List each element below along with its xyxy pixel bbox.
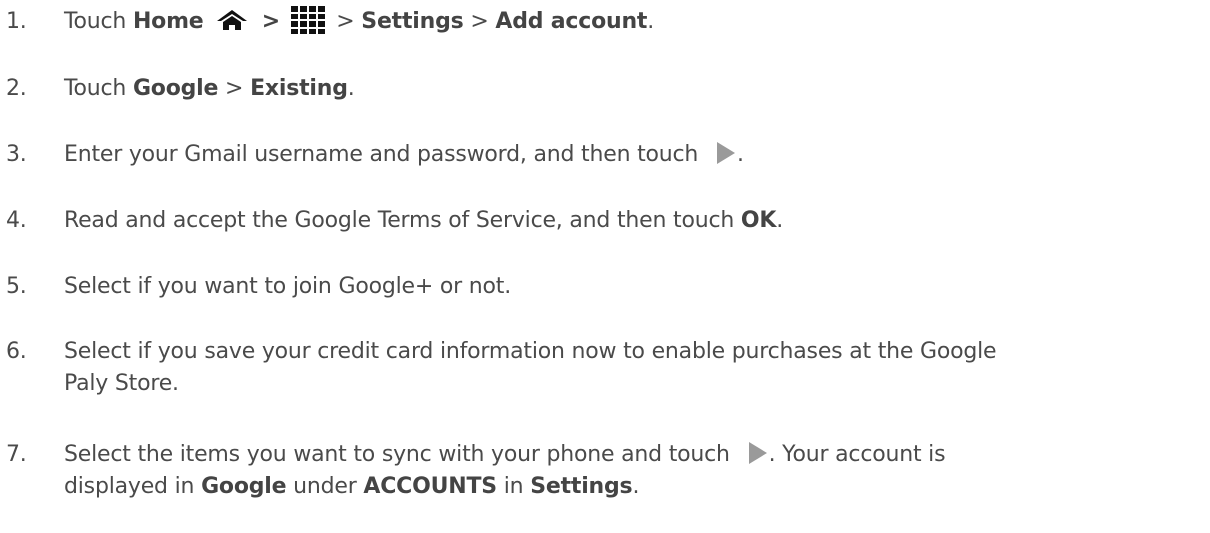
google-label: Google <box>201 474 287 499</box>
add-account-label: Add account <box>495 9 648 34</box>
google-label: Google <box>132 76 219 101</box>
separator: > <box>254 9 288 34</box>
step-number: 1. <box>6 9 27 34</box>
next-arrow-icon <box>748 442 767 464</box>
step-text-line-2: Paly Store. <box>64 371 179 396</box>
step-text: Read and accept the Google Terms of Serv… <box>64 208 741 233</box>
home-icon <box>217 10 248 30</box>
step-text-line-1: Select if you save your credit card info… <box>64 339 997 364</box>
apps-grid-icon <box>291 6 326 34</box>
step-text: Touch <box>64 9 133 34</box>
step-number: 6. <box>6 339 27 364</box>
step-number: 3. <box>6 142 27 167</box>
step-text: Touch <box>64 76 133 101</box>
step-number: 2. <box>6 76 27 101</box>
step-text: Select the items you want to sync with y… <box>64 442 730 467</box>
step-number: 7. <box>6 442 27 467</box>
separator: > <box>218 76 251 101</box>
home-label: Home <box>132 9 204 34</box>
settings-label: Settings <box>530 474 633 499</box>
ok-label: OK <box>740 208 777 233</box>
step-text: Enter your Gmail username and password, … <box>64 142 699 167</box>
step-text: Select if you want to join Google+ or no… <box>64 274 511 299</box>
accounts-label: ACCOUNTS <box>363 474 497 499</box>
next-arrow-icon <box>716 142 735 164</box>
step-number: 4. <box>6 208 27 233</box>
separator: > <box>463 9 496 34</box>
settings-label: Settings <box>361 9 464 34</box>
step-text: displayed in <box>64 474 202 499</box>
existing-label: Existing <box>250 76 348 101</box>
separator: > <box>329 9 362 34</box>
step-number: 5. <box>6 274 27 299</box>
step-text: . Your account is <box>768 442 946 467</box>
